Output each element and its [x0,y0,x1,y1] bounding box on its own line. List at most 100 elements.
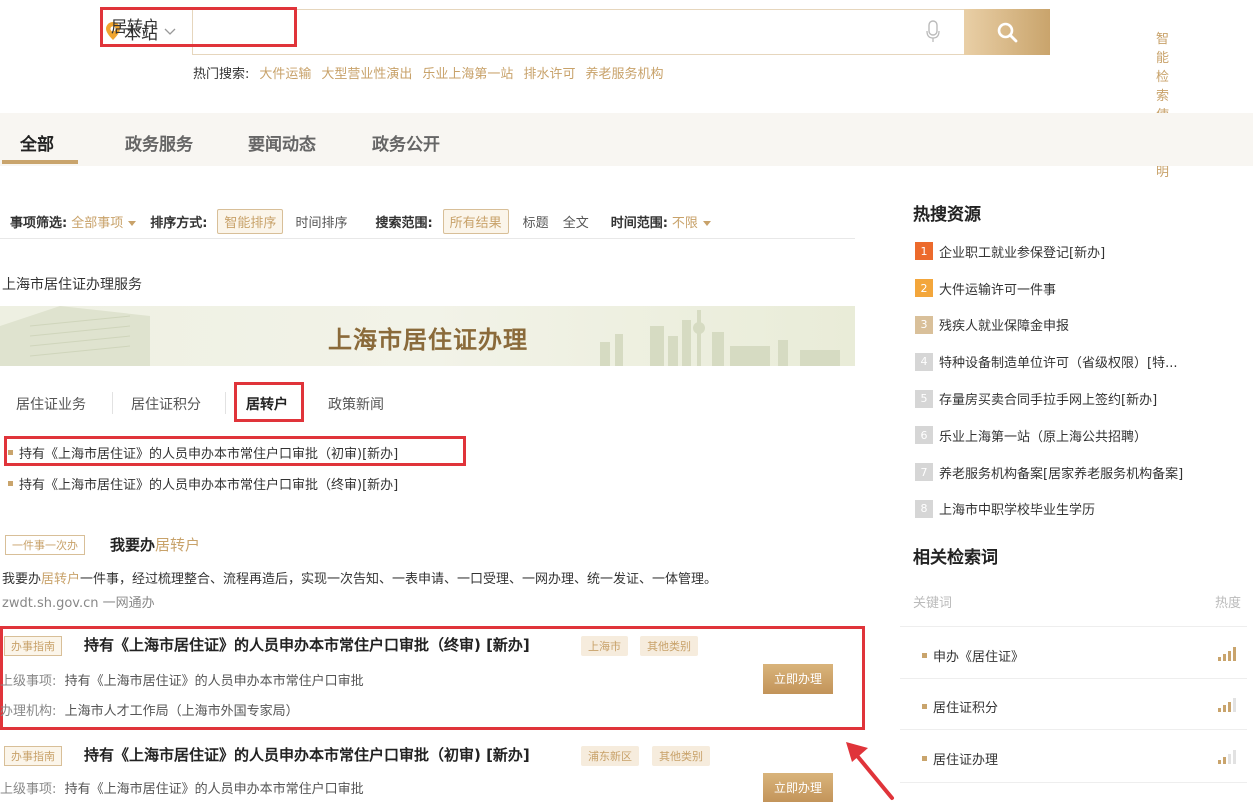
sort-smart-option[interactable]: 智能排序 [217,208,284,234]
meta-label: 上级事项: [0,674,57,689]
hot-search-link[interactable]: 大型营业性演出 [321,63,412,82]
parent-item: 上级事项: 持有《上海市居住证》的人员申办本市常住户口审批 [0,670,364,689]
hot-resource-item[interactable]: 4 特种设备制造单位许可（省级权限）[特... [915,343,1235,380]
service-link-item[interactable]: 持有《上海市居住证》的人员申办本市常住户口审批（终审)[新办] [8,474,398,493]
hot-search-link[interactable]: 乐业上海第一站 [422,63,513,82]
rank-badge: 7 [915,463,933,482]
service-link-label: 持有《上海市居住证》的人员申办本市常住户口审批（终审)[新办] [19,478,399,493]
meta-value: 持有《上海市居住证》的人员申办本市常住户口审批 [64,782,364,797]
region-badge: 浦东新区 [581,746,639,766]
bullet-icon [8,481,13,486]
related-keyword-label: 申办《居住证》 [933,650,1025,665]
category-badge: 其他类别 [652,746,710,766]
hot-search-link[interactable]: 大件运输 [259,63,311,82]
guide-title[interactable]: 持有《上海市居住证》的人员申办本市常住户口审批（初审) [新办] [84,744,530,765]
hot-resource-item[interactable]: 3 残疾人就业保障金申报 [915,307,1235,344]
hot-resource-label: 残疾人就业保障金申报 [939,319,1070,335]
hot-resource-item[interactable]: 5 存量房买卖合同手拉手网上签约[新办] [915,380,1235,417]
item-filter-dropdown[interactable]: 全部事项 [71,212,137,231]
subtab-points[interactable]: 居住证积分 [131,394,201,414]
desc-prefix: 我要办 [2,572,42,587]
divider [900,782,1247,783]
tab-news[interactable]: 要闻动态 [248,130,316,155]
service-section-title[interactable]: 上海市居住证办理服务 [2,274,142,294]
search-icon [997,22,1018,43]
hot-resource-item[interactable]: 6 乐业上海第一站（原上海公共招聘） [915,417,1235,454]
hot-resource-label: 存量房买卖合同手拉手网上签约[新办] [939,393,1158,409]
apply-now-button[interactable]: 立即办理 [763,773,833,802]
scope-all-option[interactable]: 所有结果 [442,208,509,234]
tab-government-services[interactable]: 政务服务 [125,130,193,155]
related-searches-title: 相关检索词 [913,548,998,568]
rank-badge: 1 [915,242,933,261]
subtab-residence-permit[interactable]: 居住证业务 [16,394,86,414]
hot-resource-item[interactable]: 7 养老服务机构备案[居家养老服务机构备案] [915,454,1235,491]
related-keyword-label: 居住证办理 [933,753,999,768]
one-thing-tag: 一件事一次办 [5,535,85,555]
time-range-value: 不限 [671,215,698,231]
divider [900,729,1247,730]
hot-resource-item[interactable]: 2 大件运输许可一件事 [915,270,1235,307]
one-thing-title-prefix: 我要办 [110,536,156,554]
related-keyword-label: 居住证积分 [933,701,999,716]
search-input[interactable]: 居转户 [100,7,297,47]
hot-resources-list: 1 企业职工就业参保登记[新办] 2 大件运输许可一件事 3 残疾人就业保障金申报 4… [915,233,1235,527]
guide-tag: 办事指南 [4,746,62,766]
category-badge: 其他类别 [640,636,698,656]
desc-keyword: 居转户 [41,572,81,587]
rank-badge: 4 [915,352,933,371]
subtab-separator [225,392,226,414]
item-filter-value: 全部事项 [71,215,124,231]
heat-bars-icon [1218,750,1236,764]
related-keyword[interactable]: 居住证积分 [922,697,998,716]
meta-label: 办理机构: [0,704,57,719]
divider [900,626,1247,627]
rank-badge: 3 [915,315,933,334]
one-thing-title-keyword: 居转户 [155,536,201,554]
region-badge: 上海市 [581,636,628,656]
scope-title-option[interactable]: 标题 [523,212,549,231]
category-tabs: 全部 政务服务 要闻动态 政务公开 [0,113,1253,166]
keyword-column-header: 关键词 [913,596,953,611]
filter-row: 事项筛选: 全部事项 排序方式: 智能排序 时间排序 搜索范围: 所有结果 标题… [10,204,855,238]
subtab-policy-news[interactable]: 政策新闻 [328,394,384,414]
rank-badge: 6 [915,426,933,445]
red-arrow-annotation [846,742,894,800]
hot-resource-item[interactable]: 8 上海市中职学校毕业生学历 [915,491,1235,528]
tab-public-info[interactable]: 政务公开 [372,130,440,155]
parent-item: 上级事项: 持有《上海市居住证》的人员申办本市常住户口审批 [0,778,364,797]
hot-resource-label: 特种设备制造单位许可（省级权限）[特... [939,356,1178,372]
guide-tag: 办事指南 [4,636,62,656]
time-range-dropdown[interactable]: 不限 [672,212,711,231]
scope-fulltext-option[interactable]: 全文 [563,212,589,231]
guide-title[interactable]: 持有《上海市居住证》的人员申办本市常住户口审批（终审) [新办] [84,634,530,655]
apply-now-button[interactable]: 立即办理 [763,664,833,694]
service-banner[interactable]: 上海市居住证办理 [0,306,855,366]
hot-search-link[interactable]: 养老服务机构 [585,63,663,82]
caret-down-icon [702,220,711,226]
hot-resource-item[interactable]: 1 企业职工就业参保登记[新办] [915,233,1235,270]
hot-resource-label: 大件运输许可一件事 [939,282,1057,298]
one-thing-source: zwdt.sh.gov.cn 一网通办 [2,596,155,611]
active-tab-indicator [2,160,78,164]
microphone-icon[interactable] [926,20,940,44]
hot-search-link[interactable]: 排水许可 [523,63,575,82]
tab-all[interactable]: 全部 [20,130,54,155]
search-button[interactable] [964,9,1050,55]
hot-resource-label: 企业职工就业参保登记[新办] [939,245,1106,261]
item-filter-label: 事项筛选: [10,215,68,231]
rank-badge: 5 [915,389,933,408]
highlight-box [4,436,466,466]
one-thing-title[interactable]: 我要办居转户 [110,534,200,555]
rank-badge: 2 [915,279,933,298]
related-keyword[interactable]: 申办《居住证》 [922,646,1024,665]
hot-resource-label: 上海市中职学校毕业生学历 [939,503,1096,519]
related-keyword[interactable]: 居住证办理 [922,749,998,768]
highlight-box [234,382,304,422]
sort-time-option[interactable]: 时间排序 [295,212,347,231]
rank-badge: 8 [915,499,933,518]
hot-resource-label: 养老服务机构备案[居家养老服务机构备案] [939,466,1184,482]
divider [900,678,1247,679]
divider [0,238,855,239]
meta-value: 上海市人才工作局（上海市外国专家局） [64,704,299,719]
